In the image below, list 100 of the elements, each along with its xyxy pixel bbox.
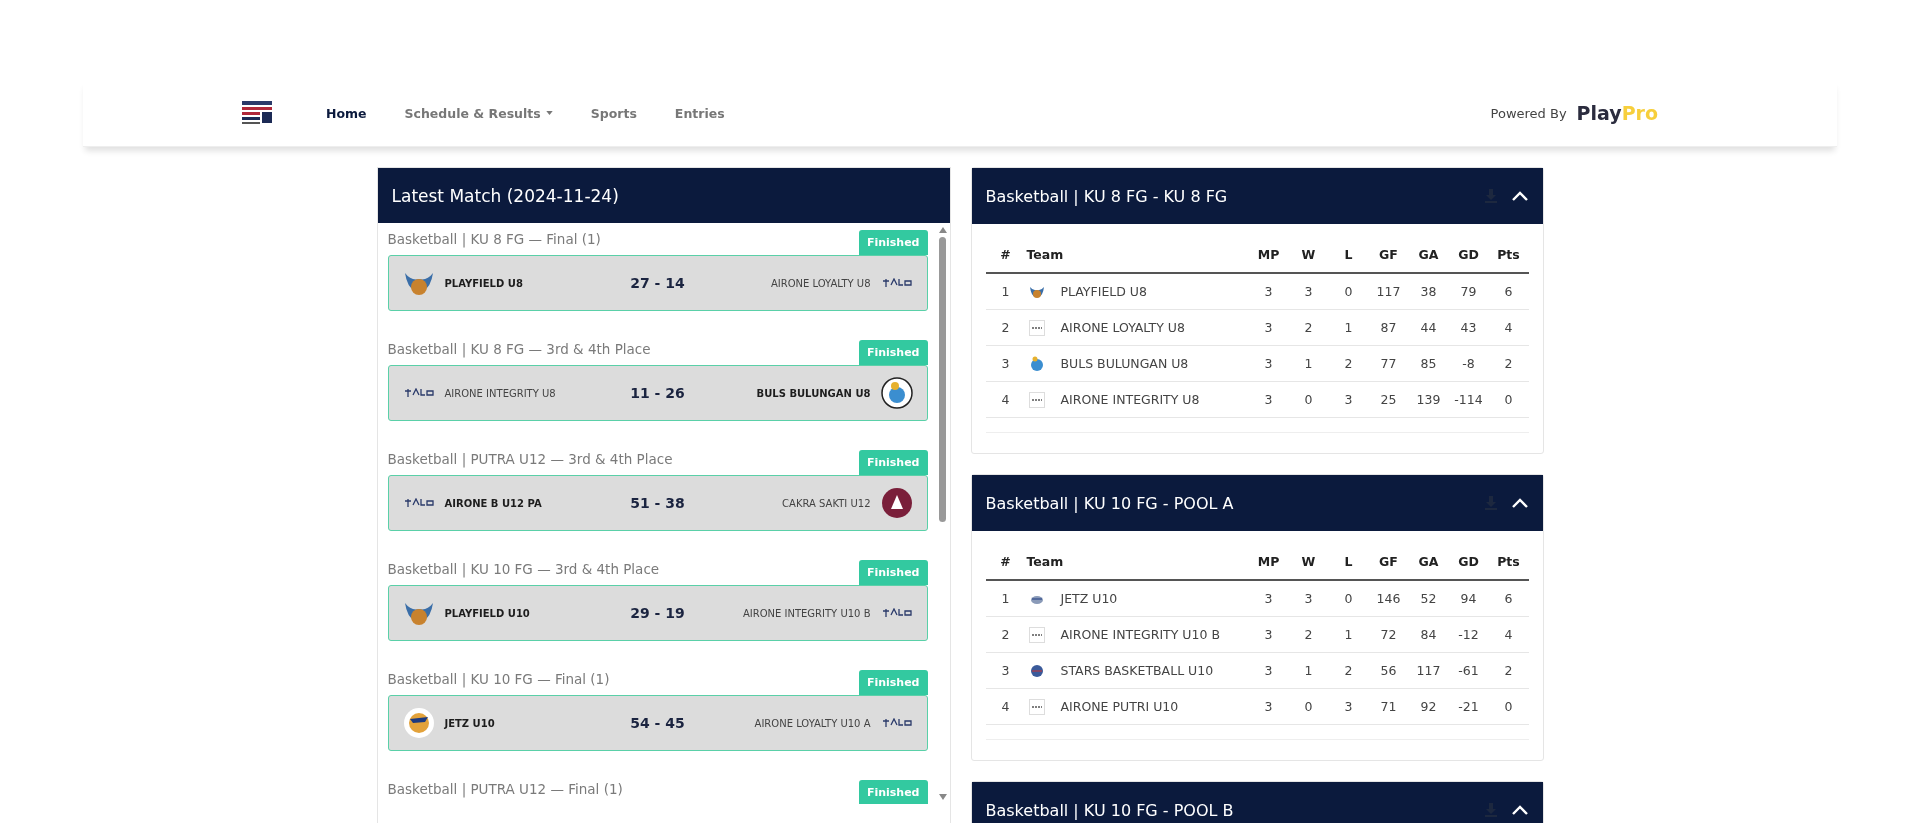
- stat-cell: 1: [1344, 627, 1353, 642]
- stat-cell: 87: [1380, 320, 1397, 335]
- home-team-name: JETZ U10: [444, 717, 495, 729]
- stat-cell: 117: [1416, 663, 1441, 678]
- nav-link[interactable]: Sports: [590, 105, 637, 121]
- tournament-logo[interactable]: [240, 99, 274, 127]
- home-team-name: PLAYFIELD U8: [444, 277, 523, 289]
- stat-cell: -12: [1458, 627, 1479, 642]
- match-score: 54 - 45: [629, 715, 686, 731]
- column-header: #: [1000, 553, 1011, 569]
- match-round: Basketball | KU 10 FG — Final (1): [387, 671, 610, 690]
- scroll-up-icon[interactable]: [938, 227, 947, 233]
- collapse-chevron-icon[interactable]: [1510, 804, 1529, 816]
- rank-cell: 1: [1001, 591, 1010, 606]
- standings-title: Basketball | KU 8 FG - KU 8 FG: [985, 186, 1229, 206]
- team-name-cell: PLAYFIELD U8: [1060, 284, 1147, 299]
- stat-cell: 139: [1416, 392, 1441, 407]
- stat-cell: -114: [1454, 392, 1483, 407]
- stat-cell: 38: [1420, 284, 1437, 299]
- team-name-cell: BULS BULUNGAN U8: [1060, 356, 1189, 371]
- team-name-cell: JETZ U10: [1060, 591, 1118, 606]
- stat-cell: 79: [1460, 284, 1477, 299]
- column-header: #: [1000, 246, 1011, 262]
- nav-link[interactable]: Home: [326, 105, 367, 121]
- stat-cell: 2: [1344, 663, 1353, 678]
- column-header: Pts: [1497, 553, 1520, 569]
- stat-cell: 3: [1264, 627, 1273, 642]
- stat-cell: 3: [1264, 663, 1273, 678]
- match-score: 11 - 26: [629, 385, 686, 401]
- rank-cell: 4: [1001, 699, 1010, 714]
- home-team-name: AIRONE B U12 PA: [444, 497, 542, 509]
- team-name-cell: AIRONE INTEGRITY U8: [1060, 392, 1200, 407]
- away-team-name: CAKRA SAKTI U12: [782, 497, 871, 509]
- stat-cell: 25: [1380, 392, 1397, 407]
- column-header: L: [1344, 246, 1353, 262]
- match-card[interactable]: PLAYFIELD U10 29 - 19 AIRONE INTEGRITY U10 B: [387, 585, 928, 641]
- stat-cell: 146: [1376, 591, 1401, 606]
- rank-cell: 4: [1001, 392, 1010, 407]
- stat-cell: 3: [1264, 392, 1273, 407]
- collapse-chevron-icon[interactable]: [1510, 497, 1529, 509]
- status-badge: Finished: [858, 780, 928, 804]
- stat-cell: 0: [1344, 591, 1353, 606]
- status-badge: Finished: [858, 230, 928, 255]
- stat-cell: 2: [1304, 320, 1313, 335]
- stat-cell: 2: [1344, 356, 1353, 371]
- panel-title: Latest Match (2024-11-24): [391, 185, 619, 206]
- stat-cell: 0: [1304, 392, 1313, 407]
- match-card[interactable]: JETZ U10 54 - 45 AIRONE LOYALTY U10 A: [387, 695, 928, 751]
- stat-cell: 94: [1460, 591, 1477, 606]
- column-header: Pts: [1497, 246, 1520, 262]
- team-name-cell: AIRONE LOYALTY U8: [1060, 320, 1185, 335]
- stat-cell: 1: [1304, 356, 1313, 371]
- column-header: L: [1344, 553, 1353, 569]
- stat-cell: 3: [1344, 392, 1353, 407]
- status-badge: Finished: [858, 560, 928, 585]
- collapse-chevron-icon[interactable]: [1510, 190, 1529, 202]
- team-name-cell: AIRONE PUTRI U10: [1060, 699, 1179, 714]
- stat-cell: 6: [1504, 284, 1513, 299]
- column-header: MP: [1257, 246, 1280, 262]
- match-card[interactable]: AIRONE B U12 PA 51 - 38 CAKRA SAKTI U12: [387, 475, 928, 531]
- match-score: 51 - 38: [629, 495, 686, 511]
- status-badge: Finished: [858, 340, 928, 365]
- stat-cell: 3: [1264, 699, 1273, 714]
- stat-cell: -8: [1462, 356, 1475, 371]
- stat-cell: 43: [1460, 320, 1477, 335]
- column-header: GD: [1458, 553, 1479, 569]
- team-name-cell: AIRONE INTEGRITY U10 B: [1060, 627, 1220, 642]
- stat-cell: 56: [1380, 663, 1397, 678]
- scroll-down-icon[interactable]: [938, 794, 947, 800]
- brand-name[interactable]: PlayPro: [1576, 102, 1658, 124]
- stat-cell: -21: [1458, 699, 1479, 714]
- stat-cell: 3: [1344, 699, 1353, 714]
- match-round: Basketball | PUTRA U12 — Final (1): [387, 781, 623, 800]
- stat-cell: 3: [1264, 284, 1273, 299]
- stat-cell: 4: [1504, 627, 1513, 642]
- nav-link[interactable]: Entries: [674, 105, 725, 121]
- column-header: Team: [1026, 246, 1064, 262]
- match-card[interactable]: AIRONE INTEGRITY U8 11 - 26 BULS BULUNGAN U8: [387, 365, 928, 421]
- stat-cell: 2: [1504, 663, 1513, 678]
- match-card[interactable]: PLAYFIELD U8 27 - 14 AIRONE LOYALTY U8: [387, 255, 928, 311]
- stat-cell: 2: [1304, 627, 1313, 642]
- column-header: MP: [1257, 553, 1280, 569]
- rank-cell: 2: [1001, 320, 1010, 335]
- stat-cell: 77: [1380, 356, 1397, 371]
- away-team-name: BULS BULUNGAN U8: [756, 387, 871, 399]
- scrollbar-thumb[interactable]: [939, 237, 946, 522]
- column-header: GA: [1418, 246, 1439, 262]
- stat-cell: 0: [1504, 392, 1513, 407]
- stat-cell: 3: [1304, 591, 1313, 606]
- rank-cell: 3: [1001, 663, 1010, 678]
- rank-cell: 3: [1001, 356, 1010, 371]
- stat-cell: 85: [1420, 356, 1437, 371]
- standings-title: Basketball | KU 10 FG - POOL B: [985, 800, 1235, 820]
- stat-cell: 1: [1304, 663, 1313, 678]
- stat-cell: 44: [1420, 320, 1437, 335]
- status-badge: Finished: [858, 450, 928, 475]
- column-header: W: [1301, 553, 1316, 569]
- column-header: W: [1301, 246, 1316, 262]
- away-team-name: AIRONE LOYALTY U10 A: [754, 717, 871, 729]
- nav-link[interactable]: Schedule & Results: [404, 105, 553, 121]
